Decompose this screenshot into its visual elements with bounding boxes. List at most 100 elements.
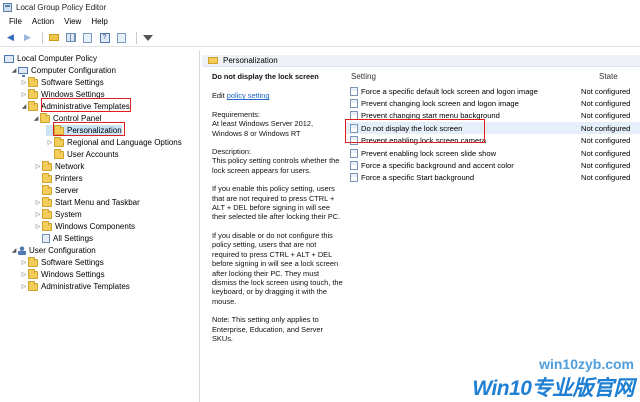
setting-state: Not configured	[581, 135, 631, 145]
para-disable: If you disable or do not configure this …	[212, 230, 343, 306]
collapsed-arrow-icon[interactable]: ▷	[34, 223, 42, 230]
tree-item-user-accounts[interactable]: User Accounts	[46, 148, 119, 160]
folder-icon	[42, 184, 52, 195]
setting-name: Force a specific default lock screen and…	[361, 86, 538, 96]
menu-view[interactable]: View	[59, 17, 86, 26]
properties-icon[interactable]	[115, 31, 128, 44]
export-list-icon[interactable]	[81, 31, 94, 44]
app-icon	[3, 2, 12, 12]
policy-setting-icon	[350, 148, 358, 158]
setting-row[interactable]: Force a specific default lock screen and…	[345, 85, 640, 97]
list-header: Setting State	[345, 70, 640, 82]
toolbar: ◀ ▶ ?	[0, 29, 640, 47]
back-arrow-icon[interactable]: ◀	[4, 31, 17, 44]
menu-action[interactable]: Action	[27, 17, 59, 26]
tree-item-label: Printers	[55, 174, 83, 183]
toolbar-separator	[42, 31, 43, 44]
tree-item-user-software-settings[interactable]: ▷ Software Settings	[20, 256, 104, 268]
folder-icon	[42, 172, 52, 183]
up-folder-icon[interactable]	[47, 31, 60, 44]
all-settings-icon	[42, 234, 50, 243]
policy-setting-icon	[350, 86, 358, 96]
tree-item-software-settings[interactable]: ▷ Software Settings	[20, 76, 104, 88]
setting-name: Prevent enabling lock screen slide show	[361, 148, 497, 158]
tree-item-all-settings[interactable]: All Settings	[34, 233, 93, 244]
setting-state: Not configured	[581, 160, 631, 170]
setting-state: Not configured	[581, 86, 631, 96]
tree-item-regional-language[interactable]: ▷ Regional and Language Options	[46, 136, 182, 148]
details-header: Personalization	[202, 55, 640, 67]
requirements: Requirements: At least Windows Server 201…	[212, 110, 344, 138]
tree-item-system[interactable]: ▷ System	[34, 208, 82, 220]
policy-setting-icon	[350, 98, 358, 108]
tree-item-label: Start Menu and Taskbar	[55, 198, 140, 207]
collapsed-arrow-icon[interactable]: ▷	[46, 139, 54, 146]
tree-item-label: User Accounts	[67, 150, 119, 159]
highlight-box-personalization	[53, 122, 125, 136]
tree-item-printers[interactable]: Printers	[34, 172, 83, 184]
column-state-header[interactable]: State	[599, 72, 618, 81]
setting-name: Force a specific Start background	[361, 172, 475, 182]
tree-item-label: User Configuration	[29, 246, 96, 255]
tree-item-local-computer-policy[interactable]: Local Computer Policy	[4, 53, 97, 64]
tree-item-user-windows-settings[interactable]: ▷ Windows Settings	[20, 268, 105, 280]
setting-row[interactable]: Force a specific background and accent c…	[345, 159, 640, 171]
setting-state: Not configured	[581, 123, 631, 133]
para-enable: If you enable this policy setting, users…	[212, 184, 341, 222]
show-hide-tree-icon[interactable]	[64, 31, 77, 44]
description-label: Description:	[212, 147, 252, 157]
help-icon[interactable]: ?	[98, 31, 111, 44]
description-text: This policy setting controls whether the…	[212, 156, 340, 175]
tree-item-user-configuration[interactable]: ◢ User Configuration	[10, 245, 96, 256]
expand-arrow-icon[interactable]: ◢	[32, 115, 40, 122]
menu-file[interactable]: File	[4, 17, 27, 26]
tree-item-label: Administrative Templates	[41, 282, 130, 291]
folder-icon	[42, 196, 52, 207]
expand-arrow-icon[interactable]: ◢	[20, 103, 28, 110]
setting-row[interactable]: Force a specific Start background Not co…	[345, 171, 640, 183]
folder-icon	[54, 136, 64, 147]
requirements-text: At least Windows Server 2012, Windows 8 …	[212, 119, 314, 138]
tree-item-label: All Settings	[53, 234, 94, 243]
folder-icon	[28, 76, 38, 87]
tree-item-computer-configuration[interactable]: ◢ Computer Configuration	[10, 65, 116, 77]
column-setting-header[interactable]: Setting	[351, 72, 376, 81]
setting-row[interactable]: Prevent changing lock screen and logon i…	[345, 97, 640, 109]
policy-setting-link[interactable]: policy setting	[227, 91, 270, 100]
tree-item-label: Computer Configuration	[31, 66, 116, 75]
folder-icon	[28, 100, 38, 111]
setting-state: Not configured	[581, 98, 631, 108]
setting-name: Prevent changing lock screen and logon i…	[361, 98, 519, 108]
policy-title: Do not display the lock screen	[212, 72, 319, 81]
expand-arrow-icon[interactable]: ◢	[10, 67, 18, 74]
setting-row[interactable]: Prevent enabling lock screen slide show …	[345, 147, 640, 159]
tree-item-label: Regional and Language Options	[67, 138, 182, 147]
collapsed-arrow-icon[interactable]: ▷	[34, 211, 42, 218]
policy-setting-icon	[350, 172, 358, 182]
collapsed-arrow-icon[interactable]: ▷	[34, 163, 42, 170]
forward-arrow-icon[interactable]: ▶	[21, 31, 34, 44]
menu-help[interactable]: Help	[86, 17, 112, 26]
computer-icon	[18, 67, 28, 77]
tree-item-windows-components[interactable]: ▷ Windows Components	[34, 220, 135, 232]
tree-item-user-administrative-templates[interactable]: ▷ Administrative Templates	[20, 280, 130, 292]
collapsed-arrow-icon[interactable]: ▷	[20, 271, 28, 278]
tree-item-label: Network	[55, 162, 85, 171]
collapsed-arrow-icon[interactable]: ▷	[20, 283, 28, 290]
collapsed-arrow-icon[interactable]: ▷	[20, 91, 28, 98]
title-bar: Local Group Policy Editor	[0, 0, 640, 14]
setting-name: Force a specific background and accent c…	[361, 160, 514, 170]
tree-item-start-menu-taskbar[interactable]: ▷ Start Menu and Taskbar	[34, 196, 140, 208]
collapsed-arrow-icon[interactable]: ▷	[34, 199, 42, 206]
filter-icon[interactable]	[141, 31, 154, 44]
tree-item-server[interactable]: Server	[34, 184, 79, 196]
collapsed-arrow-icon[interactable]: ▷	[20, 259, 28, 266]
tree-item-network[interactable]: ▷ Network	[34, 160, 85, 172]
menu-bar: File Action View Help	[0, 14, 640, 28]
expand-arrow-icon[interactable]: ◢	[10, 247, 18, 254]
collapsed-arrow-icon[interactable]: ▷	[20, 79, 28, 86]
description-panel: Do not display the lock screen Edit poli…	[212, 72, 344, 352]
tree-item-label: Local Computer Policy	[17, 54, 98, 63]
folder-icon	[28, 280, 38, 291]
folder-icon	[28, 256, 38, 267]
